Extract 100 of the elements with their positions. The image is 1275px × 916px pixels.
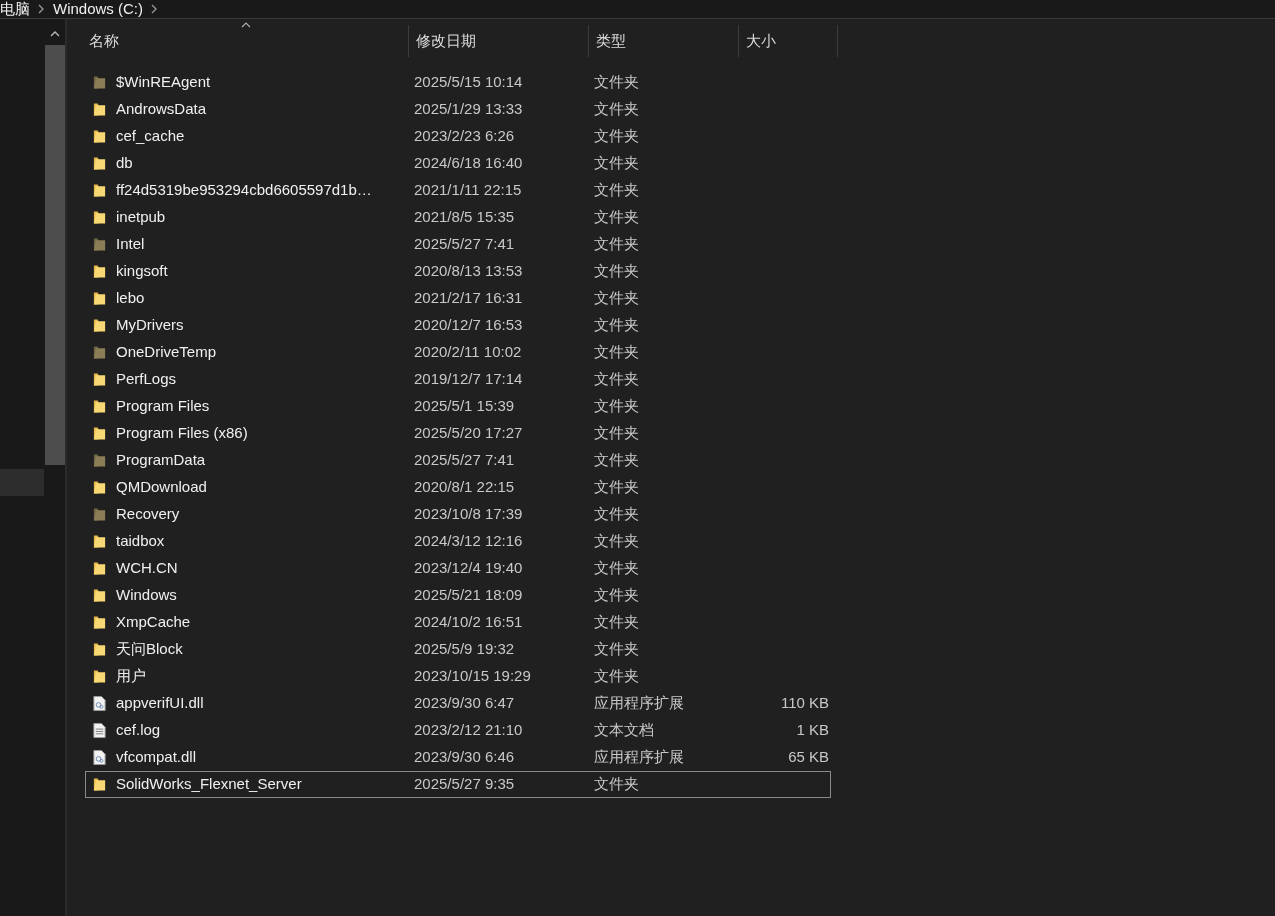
- file-name: Intel: [116, 234, 145, 255]
- file-name: Program Files: [116, 396, 210, 417]
- scroll-up-icon[interactable]: [49, 31, 60, 37]
- file-type: 应用程序扩展: [594, 748, 684, 766]
- file-type: 文件夹: [594, 613, 639, 631]
- file-row[interactable]: $WinREAgent 2025/5/15 10:14 文件夹: [85, 69, 831, 96]
- file-row[interactable]: kingsoft 2020/8/13 13:53 文件夹: [85, 258, 831, 285]
- file-row[interactable]: Intel 2025/5/27 7:41 文件夹: [85, 231, 831, 258]
- folder-icon: [92, 101, 107, 118]
- file-type: 文件夹: [594, 370, 639, 388]
- file-row[interactable]: WCH.CN 2023/12/4 19:40 文件夹: [85, 555, 831, 582]
- modified-date: 2023/2/12 21:10: [414, 721, 523, 739]
- file-type: 文件夹: [594, 154, 639, 172]
- modified-date: 2020/12/7 16:53: [414, 316, 523, 334]
- modified-date: 2025/5/27 9:35: [414, 775, 515, 793]
- chevron-icon[interactable]: [151, 4, 158, 14]
- folder-icon: [92, 425, 107, 442]
- file-type: 文件夹: [594, 100, 639, 118]
- file-name: kingsoft: [116, 261, 168, 282]
- modified-date: 2021/8/5 15:35: [414, 208, 515, 226]
- modified-date: 2021/1/11 22:15: [414, 181, 522, 199]
- file-row[interactable]: SolidWorks_Flexnet_Server 2025/5/27 9:35 文件夹: [85, 771, 831, 798]
- folder-icon: [92, 344, 107, 361]
- file-row[interactable]: lebo 2021/2/17 16:31 文件夹: [85, 285, 831, 312]
- file-name: ProgramData: [116, 450, 206, 471]
- file-name: ff24d5319be953294cbd6605597d1b…: [116, 180, 372, 201]
- modified-date: 2023/10/15 19:29: [414, 667, 531, 685]
- modified-date: 2025/5/21 18:09: [414, 586, 523, 604]
- file-type: 文件夹: [594, 343, 639, 361]
- folder-icon: [92, 776, 107, 793]
- column-header[interactable]: 名称: [89, 29, 119, 53]
- file-name: MyDrivers: [116, 315, 184, 336]
- file-type: 文件夹: [594, 478, 639, 496]
- file-row[interactable]: OneDriveTemp 2020/2/11 10:02 文件夹: [85, 339, 831, 366]
- file-type: 文件夹: [594, 127, 639, 145]
- file-name: $WinREAgent: [116, 72, 211, 93]
- folder-icon: [92, 209, 107, 226]
- file-row[interactable]: Windows 2025/5/21 18:09 文件夹: [85, 582, 831, 609]
- file-row[interactable]: appverifUI.dll 2023/9/30 6:47 应用程序扩展 110 KB: [85, 690, 831, 717]
- folder-icon: [92, 560, 107, 577]
- folder-icon: [92, 398, 107, 415]
- file-type: 文件夹: [594, 640, 639, 658]
- file-name: Windows: [116, 585, 177, 606]
- file-row[interactable]: inetpub 2021/8/5 15:35 文件夹: [85, 204, 831, 231]
- file-type: 文本文档: [594, 721, 654, 739]
- folder-icon: [92, 182, 107, 199]
- modified-date: 2020/8/1 22:15: [414, 478, 515, 496]
- file-name: PerfLogs: [116, 369, 177, 390]
- file-type: 文件夹: [594, 73, 639, 91]
- chevron-icon[interactable]: [38, 4, 45, 14]
- file-row[interactable]: 用户 2023/10/15 19:29 文件夹: [85, 663, 831, 690]
- file-size: 110 KB: [780, 693, 829, 714]
- column-header[interactable]: 类型: [596, 29, 626, 53]
- file-row[interactable]: cef_cache 2023/2/23 6:26 文件夹: [85, 123, 831, 150]
- folder-icon: [92, 641, 107, 658]
- file-type: 文件夹: [594, 505, 639, 523]
- file-name: Recovery: [116, 504, 180, 525]
- folder-icon: [92, 74, 107, 91]
- file-name: QMDownload: [116, 477, 207, 498]
- file-type: 文件夹: [594, 235, 639, 253]
- modified-date: 2023/9/30 6:47: [414, 694, 515, 712]
- file-row[interactable]: Recovery 2023/10/8 17:39 文件夹: [85, 501, 831, 528]
- modified-date: 2021/2/17 16:31: [414, 289, 523, 307]
- modified-date: 2024/6/18 16:40: [414, 154, 523, 172]
- breadcrumb-item[interactable]: 电脑: [0, 0, 30, 21]
- file-row[interactable]: ProgramData 2025/5/27 7:41 文件夹: [85, 447, 831, 474]
- file-name: db: [116, 153, 133, 174]
- modified-date: 2023/2/23 6:26: [414, 127, 515, 145]
- file-type: 文件夹: [594, 397, 639, 415]
- modified-date: 2020/8/13 13:53: [414, 262, 523, 280]
- file-type: 应用程序扩展: [594, 694, 684, 712]
- file-name: 用户: [116, 666, 146, 687]
- modified-date: 2019/12/7 17:14: [414, 370, 523, 388]
- folder-icon: [92, 587, 107, 604]
- column-header[interactable]: 大小: [746, 29, 776, 53]
- file-row[interactable]: Program Files 2025/5/1 15:39 文件夹: [85, 393, 831, 420]
- modified-date: 2025/1/29 13:33: [414, 100, 523, 118]
- modified-date: 2024/3/12 12:16: [414, 532, 523, 550]
- folder-icon: [92, 533, 107, 550]
- file-row[interactable]: XmpCache 2024/10/2 16:51 文件夹: [85, 609, 831, 636]
- modified-date: 2025/5/9 19:32: [414, 640, 515, 658]
- file-row[interactable]: MyDrivers 2020/12/7 16:53 文件夹: [85, 312, 831, 339]
- scrollbar-thumb[interactable]: [44, 45, 65, 465]
- file-row[interactable]: AndrowsData 2025/1/29 13:33 文件夹: [85, 96, 831, 123]
- file-row[interactable]: vfcompat.dll 2023/9/30 6:46 应用程序扩展 65 KB: [85, 744, 831, 771]
- breadcrumb-item[interactable]: Windows (C:): [53, 0, 143, 21]
- file-row[interactable]: cef.log 2023/2/12 21:10 文本文档 1 KB: [85, 717, 831, 744]
- file-type: 文件夹: [594, 424, 639, 442]
- file-row[interactable]: QMDownload 2020/8/1 22:15 文件夹: [85, 474, 831, 501]
- file-name: XmpCache: [116, 612, 191, 633]
- file-row[interactable]: 天问Block 2025/5/9 19:32 文件夹: [85, 636, 831, 663]
- file-row[interactable]: PerfLogs 2019/12/7 17:14 文件夹: [85, 366, 831, 393]
- folder-icon: [92, 317, 107, 334]
- file-row[interactable]: db 2024/6/18 16:40 文件夹: [85, 150, 831, 177]
- file-row[interactable]: taidbox 2024/3/12 12:16 文件夹: [85, 528, 831, 555]
- file-row[interactable]: ff24d5319be953294cbd6605597d1b… 2021/1/11 22:15 文件夹: [85, 177, 831, 204]
- file-row[interactable]: Program Files (x86) 2025/5/20 17:27 文件夹: [85, 420, 831, 447]
- modified-date: 2025/5/27 7:41: [414, 451, 515, 469]
- modified-date: 2020/2/11 10:02: [414, 343, 522, 361]
- column-header[interactable]: 修改日期: [416, 29, 476, 53]
